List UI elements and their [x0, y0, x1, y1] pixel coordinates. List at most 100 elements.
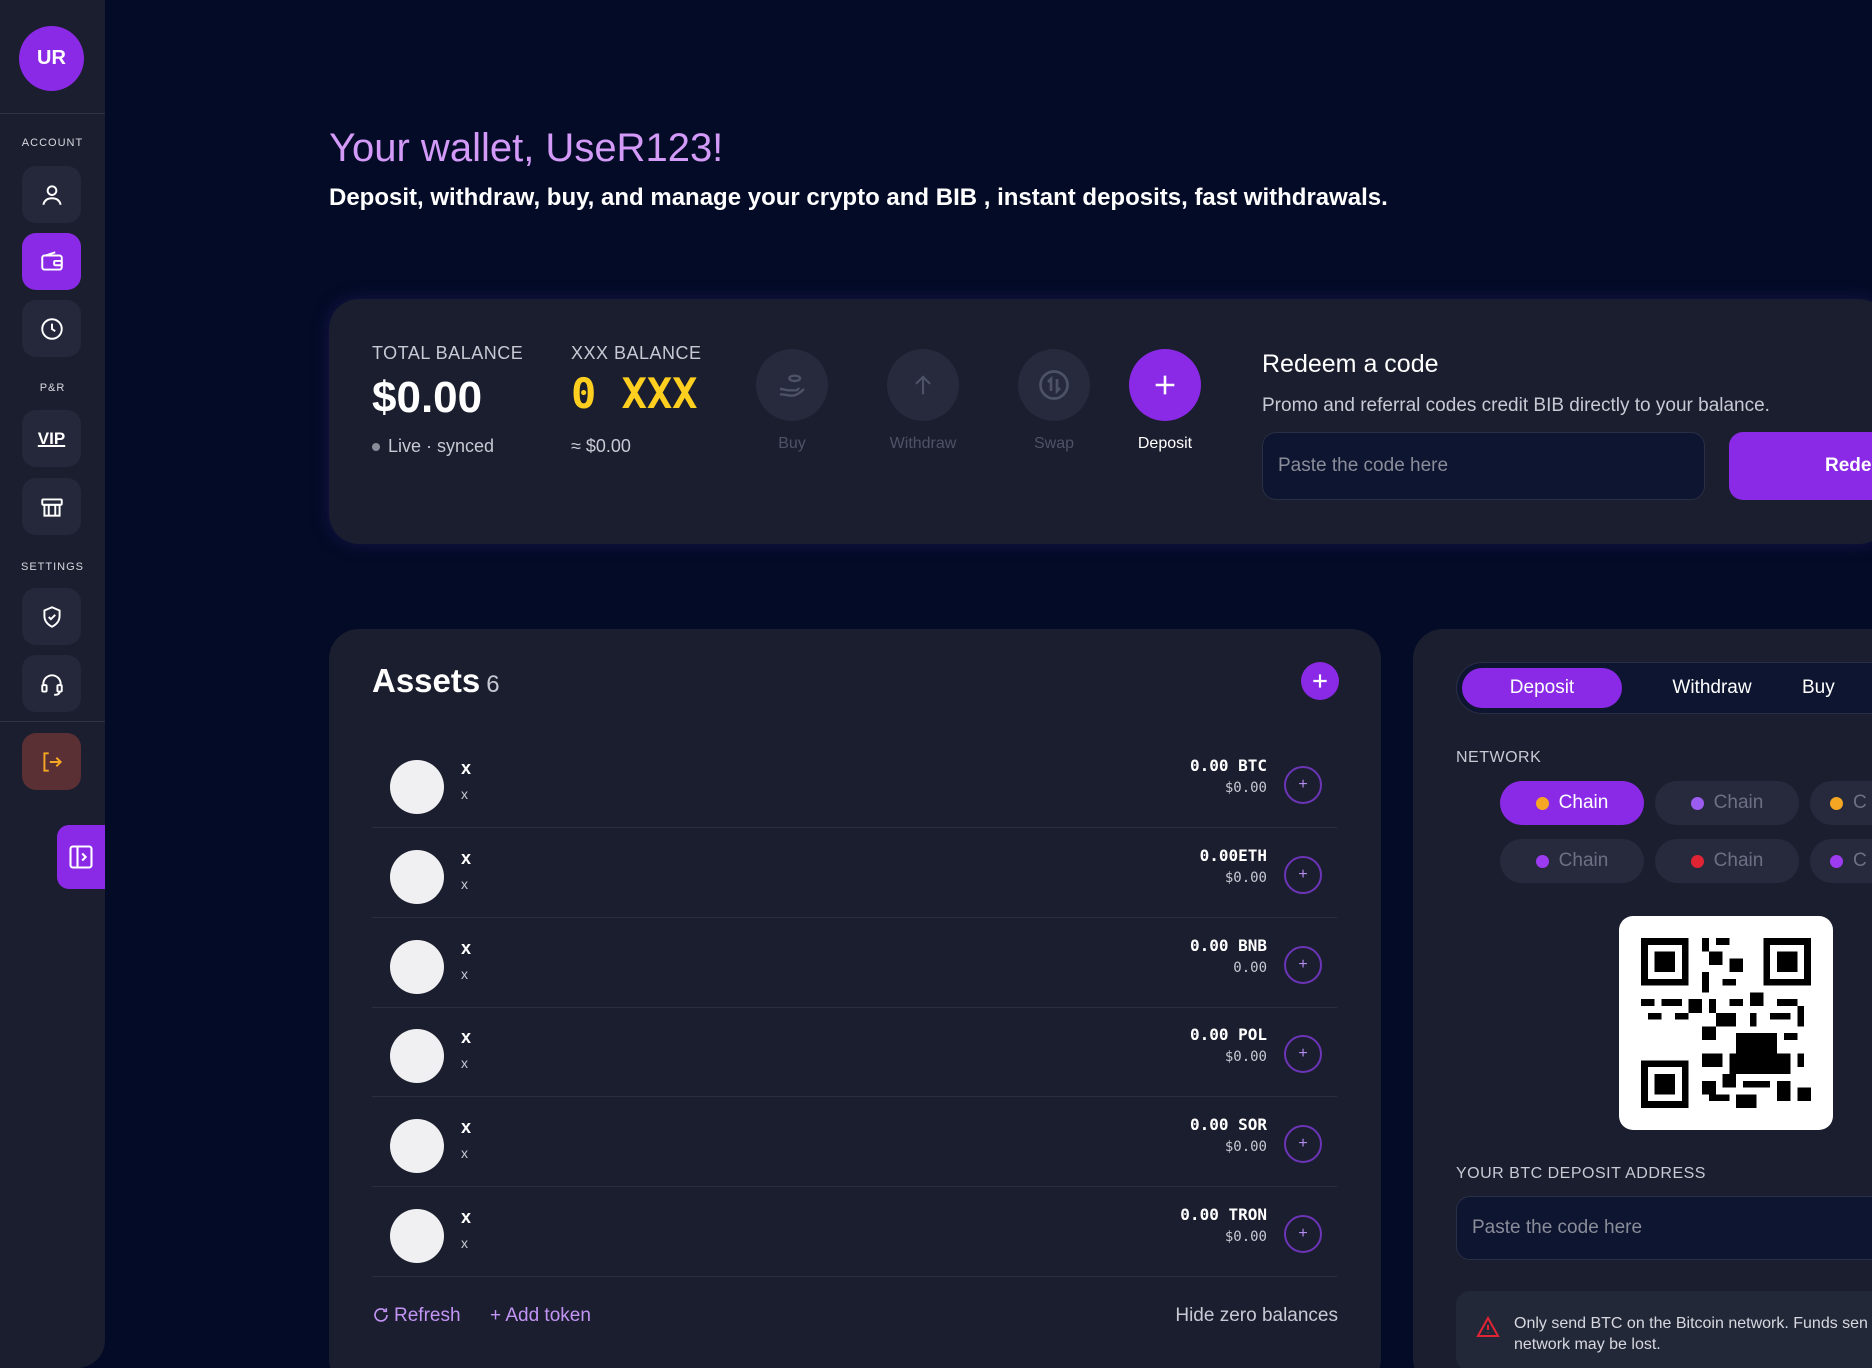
redeem-title: Redeem a code [1262, 350, 1439, 378]
sidebar-collapse-button[interactable] [57, 825, 105, 889]
qr-pattern [1641, 938, 1811, 1108]
xxx-balance-value: 0 XXX [571, 369, 698, 418]
asset-name: x [461, 848, 472, 868]
sidebar-item-wallet[interactable] [22, 233, 81, 290]
swap-button[interactable] [1018, 349, 1090, 421]
total-balance-value: $0.00 [372, 373, 483, 422]
network-chip-label: C [1853, 850, 1867, 871]
refresh-link[interactable]: Refresh [372, 1305, 461, 1327]
redeem-button[interactable]: Rede [1729, 432, 1872, 500]
asset-add-button[interactable]: + [1284, 1215, 1322, 1253]
asset-add-button[interactable]: + [1284, 1125, 1322, 1163]
network-warning: Only send BTC on the Bitcoin network. Fu… [1456, 1291, 1872, 1368]
asset-amount: 0.00 SOR [1189, 1115, 1267, 1134]
sync-status: Live · synced [372, 436, 494, 457]
assets-card: Assets 6 x x 0.00 BTC $0.00 + x x 0.00ETH… [329, 629, 1381, 1368]
deposit-label: Deposit [1137, 435, 1193, 452]
withdraw-label: Withdraw [889, 435, 957, 452]
asset-add-button[interactable]: + [1284, 766, 1322, 804]
asset-name: x [461, 1027, 472, 1047]
asset-name: x [461, 1117, 472, 1137]
swap-action[interactable]: Swap [1014, 349, 1094, 453]
asset-row[interactable]: x x 0.00 BTC $0.00 + [372, 738, 1337, 828]
asset-add-button[interactable]: + [1284, 1035, 1322, 1073]
coin-icon [390, 940, 444, 994]
coin-icon [390, 760, 444, 814]
network-chip-label: Chain [1558, 850, 1609, 871]
sidebar-item-security[interactable] [22, 588, 81, 645]
coin-icon [390, 850, 444, 904]
asset-row[interactable]: x x 0.00ETH $0.00 + [372, 828, 1337, 918]
asset-add-button[interactable]: + [1284, 856, 1322, 894]
network-chip[interactable]: C [1810, 781, 1872, 825]
network-chip-label: Chain [1713, 792, 1764, 813]
network-chip[interactable]: Chain [1500, 781, 1644, 825]
network-dot [1830, 796, 1843, 810]
sidebar-item-history[interactable] [22, 300, 81, 357]
asset-subtitle: x [461, 966, 468, 982]
buy-button[interactable] [756, 349, 828, 421]
shield-icon [42, 605, 61, 628]
asset-subtitle: x [461, 786, 468, 802]
deposit-tabs: Deposit Withdraw Buy [1456, 662, 1872, 714]
withdraw-action[interactable]: Withdraw [883, 349, 963, 453]
asset-row[interactable]: x x 0.00 SOR $0.00 + [372, 1097, 1337, 1187]
tab-deposit[interactable]: Deposit [1462, 668, 1622, 708]
asset-usd: $0.00 [1224, 780, 1267, 796]
user-icon [41, 184, 62, 205]
plus-icon [1155, 375, 1175, 395]
network-dot [1830, 854, 1843, 868]
asset-amount: 0.00 BTC [1189, 756, 1267, 775]
deposit-address-field[interactable]: Paste the code here [1456, 1196, 1872, 1260]
logout-icon [42, 751, 62, 772]
network-chip[interactable]: Chain [1655, 781, 1799, 825]
coin-icon [390, 1209, 444, 1263]
buy-action[interactable]: Buy [752, 349, 832, 453]
withdraw-button[interactable] [887, 349, 959, 421]
asset-amount: 0.00ETH [1199, 846, 1267, 865]
hide-zero-balances-toggle[interactable]: Hide zero balances [1175, 1305, 1338, 1327]
swap-label: Swap [1033, 435, 1075, 452]
sidebar-item-account[interactable] [22, 166, 81, 223]
add-asset-button[interactable] [1301, 662, 1339, 700]
hand-coin-icon [779, 374, 805, 397]
network-chip[interactable]: Chain [1500, 839, 1644, 883]
assets-title: Assets 6 [372, 662, 500, 700]
tab-buy[interactable]: Buy [1802, 668, 1872, 708]
network-dot [1690, 796, 1704, 810]
network-chip[interactable]: Chain [1655, 839, 1799, 883]
network-chip-label: Chain [1713, 850, 1764, 871]
assets-title-text: Assets [372, 662, 481, 699]
asset-usd: $0.00 [1224, 1229, 1267, 1245]
tab-withdraw[interactable]: Withdraw [1632, 668, 1792, 708]
total-balance-label: TOTAL BALANCE [372, 343, 524, 363]
warning-text: Only send BTC on the Bitcoin network. Fu… [1514, 1315, 1868, 1353]
sidebar-item-support[interactable] [22, 655, 81, 712]
status-dot [372, 443, 380, 452]
asset-subtitle: x [461, 1235, 468, 1251]
redeem-code-input[interactable]: Paste the code here [1262, 432, 1705, 500]
wallet-icon [40, 250, 63, 271]
sidebar-item-rewards[interactable] [22, 478, 81, 535]
deposit-action[interactable]: Deposit [1125, 349, 1205, 453]
sidebar-divider [0, 721, 105, 722]
asset-name: x [461, 1207, 472, 1227]
buy-label: Buy [778, 435, 806, 452]
sidebar-item-logout[interactable] [22, 733, 81, 790]
asset-usd: $0.00 [1224, 870, 1267, 886]
asset-add-button[interactable]: + [1284, 946, 1322, 984]
add-token-link[interactable]: + Add token [490, 1305, 591, 1327]
avatar[interactable]: UR [19, 26, 84, 91]
asset-usd: 0.00 [1233, 960, 1267, 976]
asset-row[interactable]: x x 0.00 POL $0.00 + [372, 1007, 1337, 1097]
asset-amount: 0.00 POL [1189, 1025, 1267, 1044]
network-label: NETWORK [1456, 749, 1542, 766]
coin-icon [390, 1119, 444, 1173]
deposit-button[interactable] [1129, 349, 1201, 421]
sidebar-item-vip[interactable]: VIP [22, 410, 81, 467]
network-chip[interactable]: C [1810, 839, 1872, 883]
asset-row[interactable]: x x 0.00 BNB 0.00 + [372, 918, 1337, 1008]
asset-row[interactable]: x x 0.00 TRON $0.00 + [372, 1187, 1337, 1277]
asset-subtitle: x [461, 876, 468, 892]
swap-icon [1039, 370, 1069, 400]
